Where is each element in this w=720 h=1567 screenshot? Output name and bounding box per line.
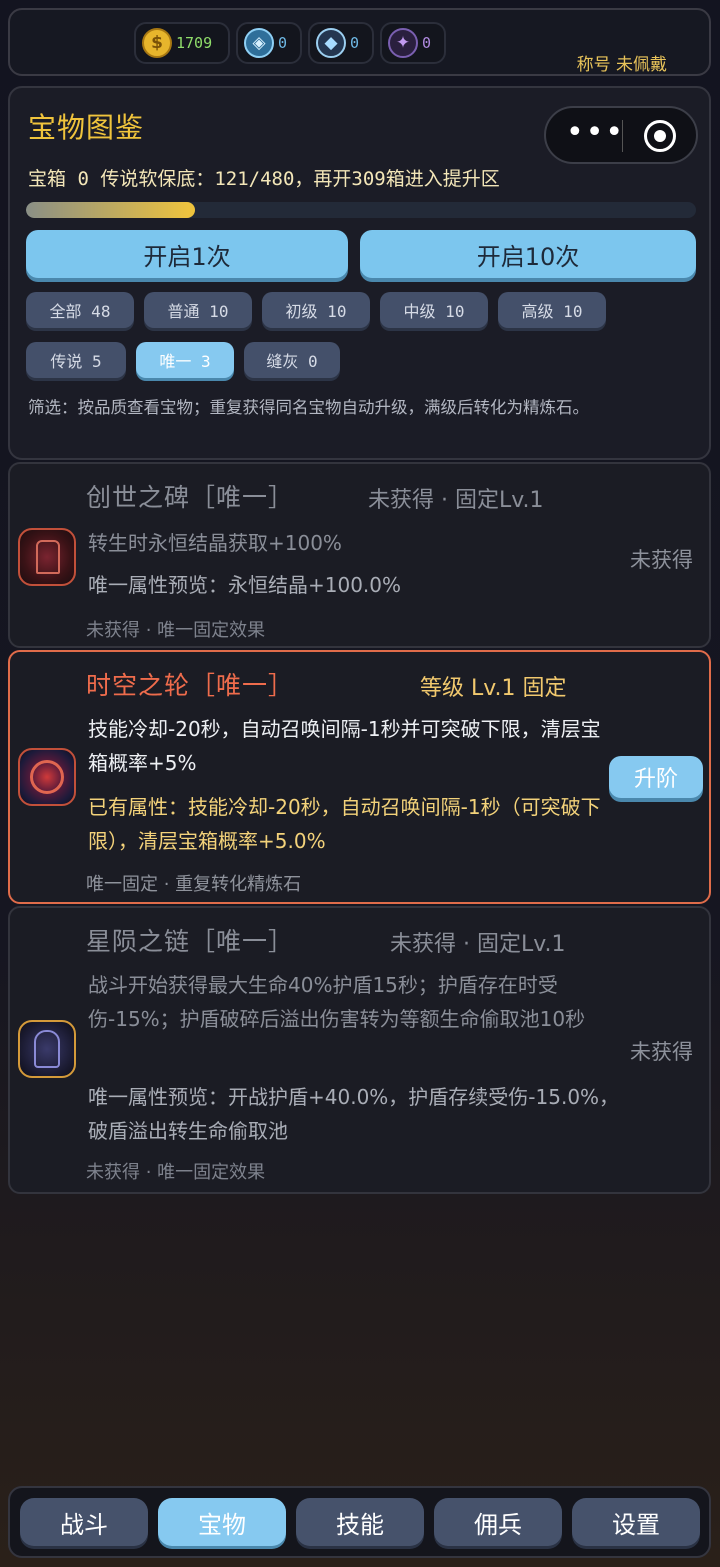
filter-chip-all[interactable]: 全部 48 [26, 292, 134, 328]
treasure-footer: 未获得 · 唯一固定效果 [86, 620, 266, 641]
blue-crystal-counter: ◈ 0 [236, 22, 302, 64]
diamond-counter: ◆ 0 [308, 22, 374, 64]
gold-value: 1709 [176, 34, 213, 52]
treasure-footer: 唯一固定 · 重复转化精炼石 [86, 874, 302, 895]
top-bar: $ 1709 ◈ 0 ◆ 0 ✦ 0 称号 未佩戴 [8, 8, 711, 76]
blue-crystal-value: 0 [278, 34, 288, 52]
pity-progress-bar [26, 202, 696, 218]
purple-crystal-counter: ✦ 0 [380, 22, 446, 64]
treasure-card-selected[interactable]: 时空之轮［唯一］ 等级 Lv.1 固定 技能冷却-20秒，自动召唤间隔-1秒并可… [8, 650, 711, 904]
stone-tablet-icon [18, 528, 76, 586]
treasure-status: 未获得 [630, 548, 693, 572]
open-ten-button[interactable]: 开启10次 [360, 230, 696, 278]
treasure-name: 时空之轮［唯一］ [86, 671, 295, 700]
treasure-attribute: 唯一属性预览：开战护盾+40.0%，护盾存续受伤-15.0%，破盾溢出转生命偷取… [88, 1085, 620, 1143]
close-target-icon[interactable] [644, 120, 676, 152]
treasure-meta: 等级 Lv.1 固定 [420, 676, 567, 701]
filter-chip-mid[interactable]: 中级 10 [380, 292, 488, 328]
nav-tab-treasure[interactable]: 宝物 [158, 1498, 286, 1546]
diamond-value: 0 [350, 34, 360, 52]
treasure-card[interactable]: 星陨之链［唯一］ 未获得 · 固定Lv.1 战斗开始获得最大生命40%护盾15秒… [8, 906, 711, 1194]
treasure-card[interactable]: 创世之碑［唯一］ 未获得 · 固定Lv.1 转生时永恒结晶获取+100% 唯一属… [8, 462, 711, 648]
purple-crystal-icon: ✦ [388, 28, 418, 58]
filter-chip-common[interactable]: 普通 10 [144, 292, 252, 328]
filter-chip-gray[interactable]: 缝灰 0 [244, 342, 340, 378]
treasure-attribute: 已有属性：技能冷却-20秒，自动召唤间隔-1秒（可突破下限），清层宝箱概率+5.… [88, 795, 601, 853]
purple-crystal-value: 0 [422, 34, 432, 52]
nav-tab-settings[interactable]: 设置 [572, 1498, 700, 1546]
gold-counter: $ 1709 [134, 22, 230, 64]
chest-status: 宝箱 0 传说软保底：121/480，再开309箱进入提升区 [28, 168, 500, 190]
star-chain-icon [18, 1020, 76, 1078]
capsule-divider [622, 120, 623, 152]
treasure-effect: 技能冷却-20秒，自动召唤间隔-1秒并可突破下限，清层宝箱概率+5% [88, 717, 601, 775]
upgrade-button[interactable]: 升阶 [609, 756, 703, 798]
treasure-attribute: 唯一属性预览：永恒结晶+100.0% [88, 573, 402, 597]
page-title: 宝物图鉴 [28, 111, 145, 144]
treasure-meta: 未获得 · 固定Lv.1 [390, 932, 566, 957]
treasure-status: 未获得 [630, 1040, 693, 1064]
bottom-nav: 战斗 宝物 技能 佣兵 设置 [8, 1486, 711, 1558]
blue-crystal-icon: ◈ [244, 28, 274, 58]
filter-chip-legend[interactable]: 传说 5 [26, 342, 126, 378]
title-status[interactable]: 称号 未佩戴 [577, 50, 667, 75]
diamond-gem-icon: ◆ [316, 28, 346, 58]
filter-chip-basic[interactable]: 初级 10 [262, 292, 370, 328]
treasure-name: 创世之碑［唯一］ [86, 483, 295, 512]
mini-program-capsule: ••• [544, 106, 698, 164]
more-icon[interactable]: ••• [566, 118, 625, 148]
treasure-meta: 未获得 · 固定Lv.1 [368, 488, 544, 513]
gold-coin-icon: $ [142, 28, 172, 58]
time-wheel-icon [18, 748, 76, 806]
treasure-name: 星陨之链［唯一］ [86, 927, 295, 956]
pity-progress-fill [26, 202, 195, 218]
treasure-footer: 未获得 · 唯一固定效果 [86, 1162, 266, 1183]
filter-hint: 筛选：按品质查看宝物；重复获得同名宝物自动升级，满级后转化为精炼石。 [28, 398, 589, 417]
filter-chip-high[interactable]: 高级 10 [498, 292, 606, 328]
nav-tab-mercenary[interactable]: 佣兵 [434, 1498, 562, 1546]
filter-chip-unique[interactable]: 唯一 3 [136, 342, 234, 378]
open-once-button[interactable]: 开启1次 [26, 230, 348, 278]
treasure-effect: 战斗开始获得最大生命40%护盾15秒；护盾存在时受伤-15%；护盾破碎后溢出伤害… [88, 973, 586, 1031]
nav-tab-battle[interactable]: 战斗 [20, 1498, 148, 1546]
treasure-effect: 转生时永恒结晶获取+100% [88, 531, 342, 555]
nav-tab-skills[interactable]: 技能 [296, 1498, 424, 1546]
treasure-panel: 宝物图鉴 ••• 宝箱 0 传说软保底：121/480，再开309箱进入提升区 … [8, 86, 711, 460]
